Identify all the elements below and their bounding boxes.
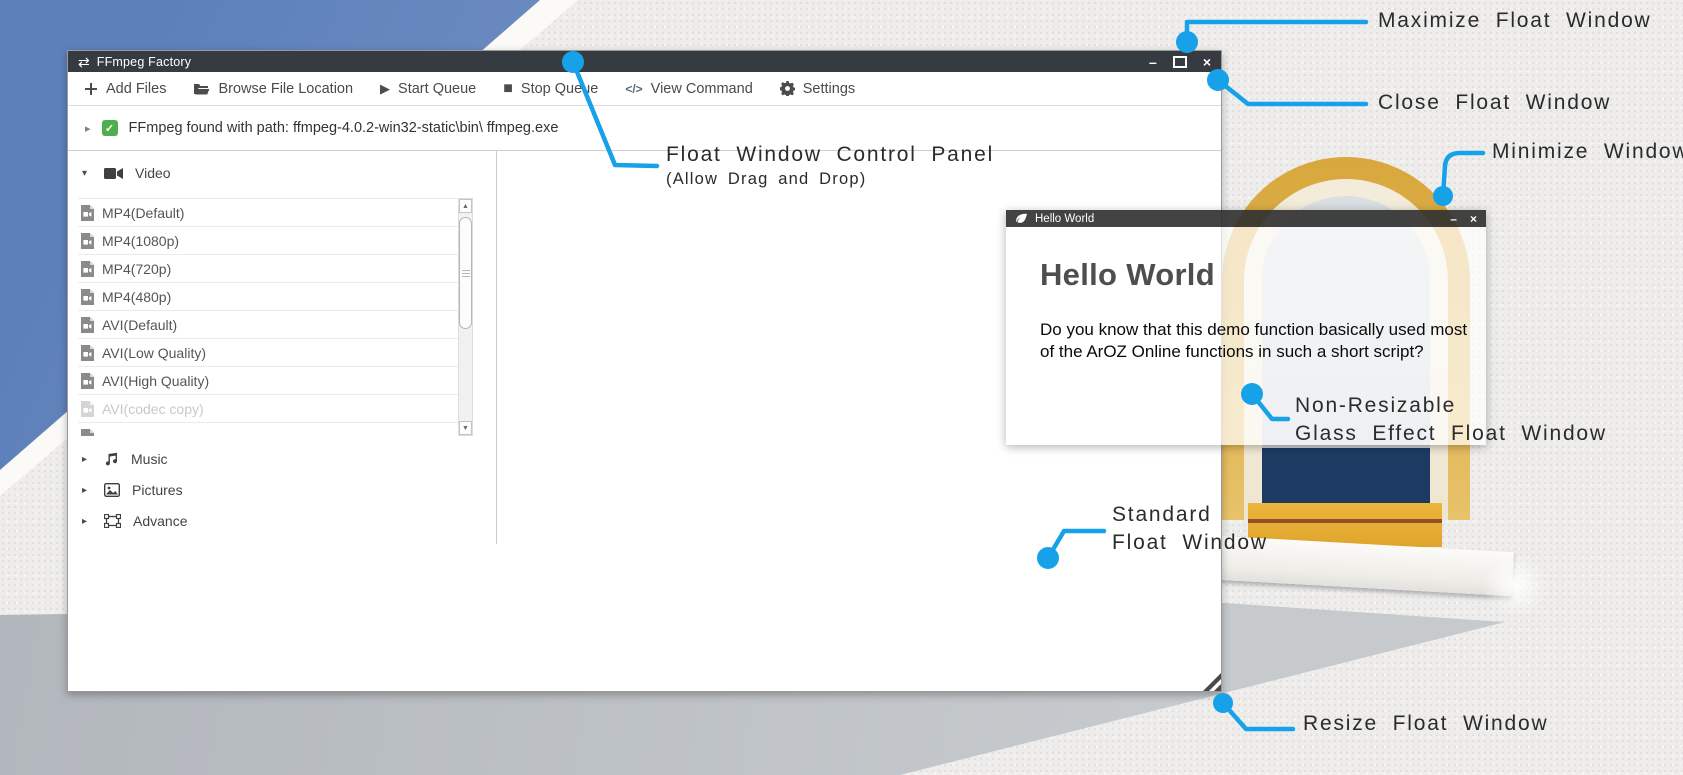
close-button[interactable]: × (1203, 55, 1211, 69)
music-icon (104, 452, 119, 467)
advance-object-group-icon (104, 514, 121, 528)
ffmpeg-status-row[interactable]: ▸ ✓ FFmpeg found with path: ffmpeg-4.0.2… (68, 106, 1221, 151)
hello-world-window: Hello World – × Hello World Do you know … (1006, 210, 1486, 445)
hello-paragraph: Do you know that this demo function basi… (1040, 319, 1485, 363)
code-icon: </> (625, 82, 642, 96)
tree-node-label: Video (135, 165, 171, 181)
browse-file-location-button[interactable]: Browse File Location (193, 81, 353, 97)
window-title: FFmpeg Factory (97, 55, 192, 69)
video-camera-icon (104, 167, 123, 180)
gear-icon (780, 81, 795, 96)
start-queue-button[interactable]: ▶ Start Queue (380, 81, 476, 97)
check-icon: ✓ (102, 120, 118, 136)
list-item-label: MP4(720p) (102, 261, 171, 277)
scroll-down-button[interactable]: ▼ (459, 421, 472, 435)
tree-node-label: Advance (133, 513, 187, 529)
arch-window-glass-dark (1262, 448, 1430, 505)
chevron-right-icon: ▸ (82, 485, 92, 496)
picture-icon (104, 483, 120, 497)
tree-node-advance[interactable]: ▸ Advance (68, 508, 187, 534)
scroll-up-button[interactable]: ▲ (459, 199, 472, 213)
list-item[interactable]: MP4(Default) (78, 198, 458, 227)
arch-window-bar-line (1248, 519, 1442, 523)
leaf-icon (1015, 213, 1028, 224)
video-file-icon (80, 401, 94, 417)
list-item-disabled: AVI(codec copy) (78, 395, 458, 423)
chevron-right-icon: ▸ (82, 454, 92, 465)
tree-node-label: Music (131, 451, 168, 467)
stop-icon: ■ (503, 80, 513, 98)
scrollbar-grip-icon (462, 270, 470, 277)
list-item-label: AVI(Low Quality) (102, 345, 206, 361)
tool-label: Settings (803, 81, 855, 97)
tool-label: Add Files (106, 81, 166, 97)
list-item[interactable]: MP4(1080p) (78, 227, 458, 255)
tool-label: Start Queue (398, 81, 476, 97)
list-item-label: AVI(High Quality) (102, 373, 209, 389)
tree-node-music[interactable]: ▸ Music (68, 446, 168, 472)
add-files-button[interactable]: Add Files (84, 81, 166, 97)
hello-heading: Hello World (1040, 257, 1215, 293)
tree-node-pictures[interactable]: ▸ Pictures (68, 477, 183, 503)
chevron-right-icon: ▸ (82, 516, 92, 527)
list-item[interactable]: MP4(720p) (78, 255, 458, 283)
folder-open-icon (193, 82, 210, 96)
video-file-icon (80, 261, 94, 277)
video-file-icon (80, 289, 94, 305)
format-tree-panel: ▾ Video MP4(Default) MP4(1080p) (68, 151, 497, 544)
list-item-label: MP4(480p) (102, 289, 171, 305)
video-file-icon (80, 317, 94, 333)
resize-grip-icon (1214, 684, 1221, 691)
desktop: ⇄ FFmpeg Factory – × Add Files Browse Fi… (0, 0, 1683, 775)
video-file-icon (80, 205, 94, 221)
swap-arrows-icon: ⇄ (78, 55, 90, 69)
status-text: FFmpeg found with path: ffmpeg-4.0.2-win… (129, 120, 559, 136)
sun-flare (1480, 555, 1550, 615)
plus-icon (84, 82, 98, 96)
tool-label: View Command (651, 81, 753, 97)
view-command-button[interactable]: </> View Command (625, 81, 752, 97)
close-button[interactable]: × (1470, 213, 1477, 225)
list-item-partial[interactable] (78, 423, 458, 436)
video-file-icon (80, 345, 94, 361)
list-item[interactable]: AVI(Low Quality) (78, 339, 458, 367)
resize-handle[interactable] (1203, 673, 1221, 691)
list-item-label: AVI(Default) (102, 317, 177, 333)
list-item[interactable]: AVI(Default) (78, 311, 458, 339)
minimize-button[interactable]: – (1450, 213, 1457, 225)
tree-node-video[interactable]: ▾ Video (68, 160, 171, 186)
ffmpeg-titlebar[interactable]: ⇄ FFmpeg Factory – × (68, 51, 1221, 72)
tool-label: Stop Queue (521, 81, 598, 97)
video-file-icon (80, 233, 94, 249)
list-item-label: MP4(Default) (102, 205, 184, 221)
maximize-button[interactable] (1173, 56, 1187, 68)
list-item-label: MP4(1080p) (102, 233, 179, 249)
list-scrollbar[interactable]: ▲ ▼ (458, 198, 473, 436)
video-file-icon (80, 429, 94, 437)
list-item[interactable]: MP4(480p) (78, 283, 458, 311)
expand-arrow-icon[interactable]: ▸ (85, 122, 91, 135)
video-file-icon (80, 373, 94, 389)
format-list: MP4(Default) MP4(1080p) MP4(720p) MP4(48… (78, 198, 458, 436)
list-item-label: AVI(codec copy) (102, 401, 204, 417)
play-icon: ▶ (380, 81, 390, 97)
minimize-button[interactable]: – (1149, 55, 1157, 69)
settings-button[interactable]: Settings (780, 81, 855, 97)
list-item[interactable]: AVI(High Quality) (78, 367, 458, 395)
scrollbar-thumb[interactable] (459, 217, 472, 329)
chevron-down-icon: ▾ (82, 168, 92, 179)
hello-body: Hello World Do you know that this demo f… (1006, 227, 1486, 445)
stop-queue-button[interactable]: ■ Stop Queue (503, 80, 598, 98)
hello-titlebar[interactable]: Hello World – × (1006, 210, 1486, 227)
tree-node-label: Pictures (132, 482, 183, 498)
window-title: Hello World (1035, 213, 1094, 225)
ffmpeg-toolbar: Add Files Browse File Location ▶ Start Q… (68, 72, 1221, 106)
tool-label: Browse File Location (218, 81, 353, 97)
